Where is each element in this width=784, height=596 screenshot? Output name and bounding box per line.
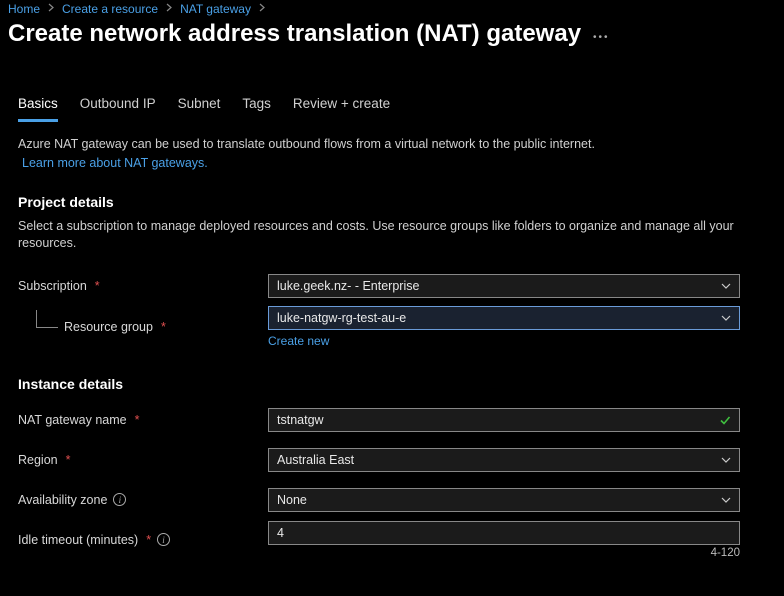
region-value: Australia East: [277, 453, 354, 467]
idle-timeout-input[interactable]: [268, 521, 740, 545]
intro-text: Azure NAT gateway can be used to transla…: [18, 136, 766, 172]
nat-name-row: NAT gateway name *: [18, 400, 766, 440]
chevron-right-icon: [166, 3, 172, 15]
title-row: Create network address translation (NAT)…: [0, 16, 784, 48]
required-indicator: *: [146, 533, 151, 547]
region-select[interactable]: Australia East: [268, 448, 740, 472]
breadcrumb: Home Create a resource NAT gateway: [0, 0, 784, 16]
intro-description: Azure NAT gateway can be used to transla…: [18, 137, 595, 151]
project-details-heading: Project details: [18, 194, 766, 210]
instance-details-heading: Instance details: [18, 376, 766, 392]
chevron-down-icon: [721, 281, 731, 291]
availability-zone-label: Availability zone i: [18, 493, 268, 507]
nat-name-input[interactable]: [268, 408, 740, 432]
chevron-right-icon: [48, 3, 54, 15]
subscription-label: Subscription *: [18, 279, 268, 293]
availability-zone-value: None: [277, 493, 307, 507]
create-new-link[interactable]: Create new: [268, 334, 329, 348]
subscription-row: Subscription * luke.geek.nz- - Enterprise: [18, 266, 766, 306]
resource-group-row: Resource group* luke-natgw-rg-test-au-e …: [18, 306, 766, 348]
label-text: Region: [18, 453, 58, 467]
idle-timeout-label: Idle timeout (minutes) * i: [18, 533, 268, 547]
required-indicator: *: [161, 320, 166, 334]
subscription-select[interactable]: luke.geek.nz- - Enterprise: [268, 274, 740, 298]
project-details-description: Select a subscription to manage deployed…: [18, 218, 766, 252]
breadcrumb-nat-gateway[interactable]: NAT gateway: [180, 2, 251, 16]
subscription-value: luke.geek.nz- - Enterprise: [277, 279, 419, 293]
more-actions-button[interactable]: •••: [593, 32, 610, 43]
tree-connector: [36, 310, 58, 328]
breadcrumb-create-resource[interactable]: Create a resource: [62, 2, 158, 16]
learn-more-link[interactable]: Learn more about NAT gateways.: [22, 155, 208, 172]
resource-group-value: luke-natgw-rg-test-au-e: [277, 311, 406, 325]
chevron-right-icon: [259, 3, 265, 15]
tab-outbound-ip[interactable]: Outbound IP: [80, 96, 156, 122]
tab-review-create[interactable]: Review + create: [293, 96, 390, 122]
region-label: Region *: [18, 453, 268, 467]
idle-timeout-row: Idle timeout (minutes) * i 4-120: [18, 520, 766, 560]
tab-basics[interactable]: Basics: [18, 96, 58, 122]
check-icon: [719, 414, 731, 426]
chevron-down-icon: [721, 313, 731, 323]
label-text: Subscription: [18, 279, 87, 293]
resource-group-label: Resource group *: [18, 320, 268, 334]
chevron-down-icon: [721, 495, 731, 505]
nat-name-field[interactable]: [277, 413, 719, 427]
chevron-down-icon: [721, 455, 731, 465]
nat-name-label: NAT gateway name *: [18, 413, 268, 427]
availability-zone-row: Availability zone i None: [18, 480, 766, 520]
resource-group-select[interactable]: luke-natgw-rg-test-au-e: [268, 306, 740, 330]
info-icon[interactable]: i: [157, 533, 170, 546]
required-indicator: *: [95, 279, 100, 293]
breadcrumb-home[interactable]: Home: [8, 2, 40, 16]
tabs: Basics Outbound IP Subnet Tags Review + …: [0, 48, 784, 122]
idle-timeout-field[interactable]: [277, 526, 731, 540]
required-indicator: *: [135, 413, 140, 427]
region-row: Region * Australia East: [18, 440, 766, 480]
tab-subnet[interactable]: Subnet: [178, 96, 221, 122]
idle-timeout-range: 4-120: [268, 547, 740, 559]
page-title: Create network address translation (NAT)…: [8, 20, 581, 48]
label-text: Availability zone: [18, 493, 107, 507]
form-content: Azure NAT gateway can be used to transla…: [0, 122, 784, 560]
availability-zone-select[interactable]: None: [268, 488, 740, 512]
label-text: NAT gateway name: [18, 413, 127, 427]
tab-tags[interactable]: Tags: [242, 96, 271, 122]
label-text: Idle timeout (minutes): [18, 533, 138, 547]
required-indicator: *: [66, 453, 71, 467]
label-text: Resource group: [64, 320, 153, 334]
info-icon[interactable]: i: [113, 493, 126, 506]
